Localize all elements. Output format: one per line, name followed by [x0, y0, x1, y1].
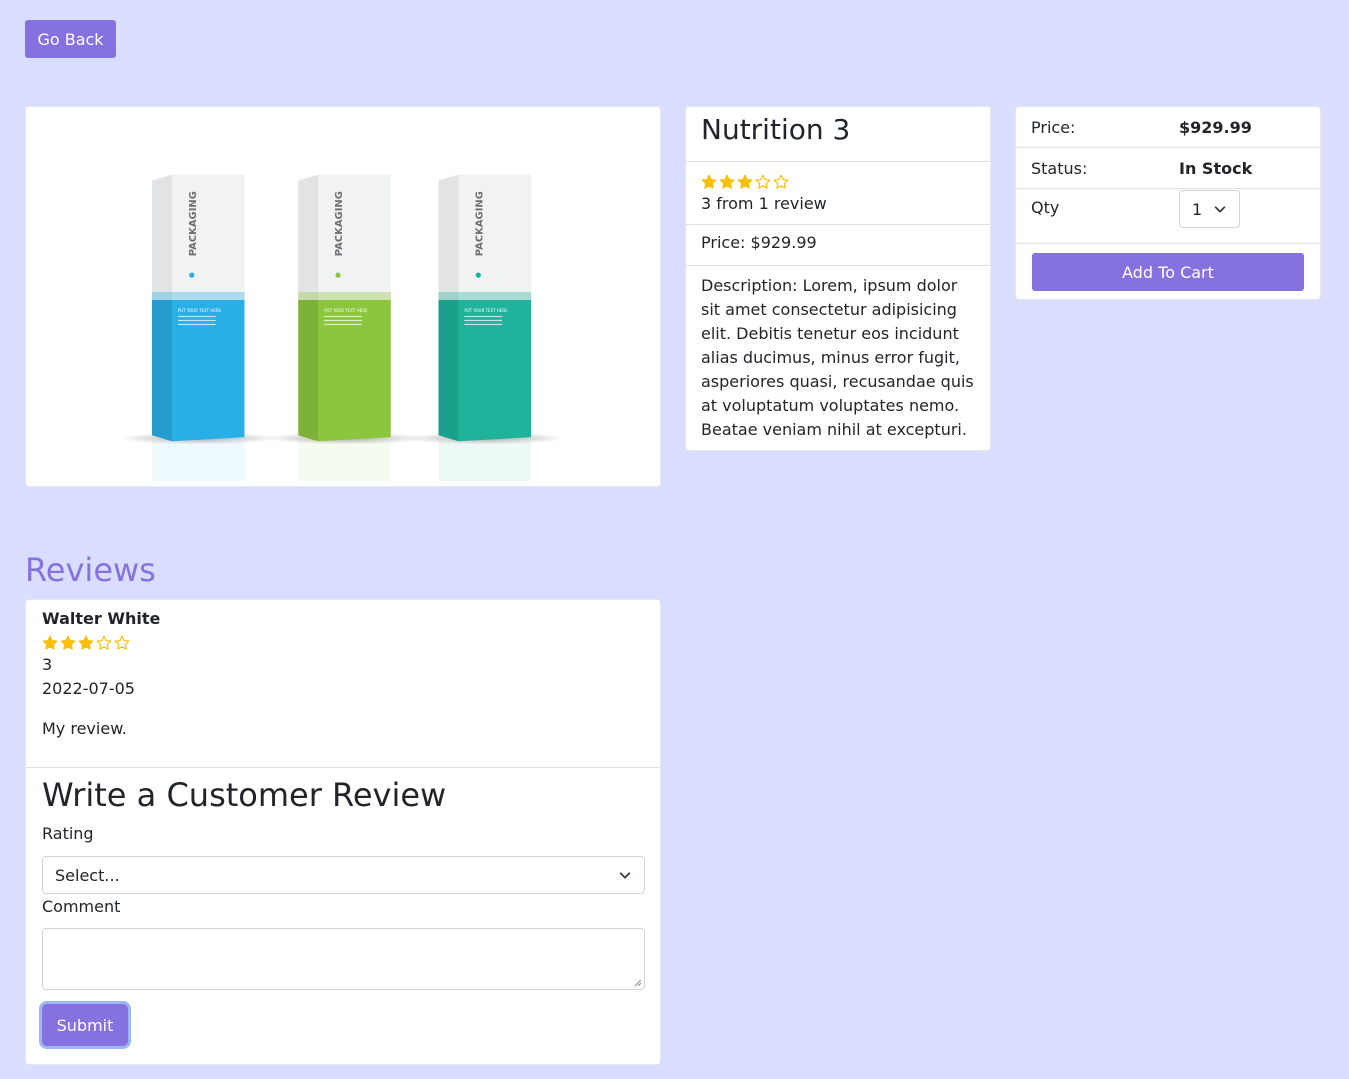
resize-grip-icon[interactable]: [634, 979, 642, 987]
star-icon: [719, 174, 735, 189]
package-label: PACKAGING: [334, 191, 345, 256]
review-comment: My review.: [42, 719, 127, 738]
review-form-title: Write a Customer Review: [42, 776, 447, 814]
star-icon: [60, 635, 76, 650]
star-outline-icon: [773, 174, 789, 189]
package-dot: [475, 272, 481, 278]
package-label: PACKAGING: [188, 191, 199, 256]
package-caption: PUT YOUR TEXT HERE: [324, 308, 368, 313]
package-box: PACKAGING PUT YOUR TEXT HERE: [119, 174, 279, 482]
product-name: Nutrition 3: [701, 113, 851, 146]
review-rating-value: 3: [42, 655, 53, 674]
add-to-cart-button[interactable]: Add To Cart: [1032, 253, 1304, 291]
package-label: PACKAGING: [474, 191, 485, 256]
rating-select-value: Select...: [55, 865, 120, 885]
star-icon: [78, 635, 94, 650]
review-form: Write a Customer Review Rating Select...…: [26, 768, 660, 1052]
submit-button[interactable]: Submit: [42, 1004, 128, 1046]
package-caption: PUT YOUR TEXT HERE: [178, 308, 222, 313]
qty-value: 1: [1192, 199, 1203, 219]
star-icon: [701, 174, 717, 189]
star-icon: [42, 635, 58, 650]
package-box: PACKAGING PUT YOUR TEXT HERE: [265, 174, 425, 482]
rating-label: Rating: [42, 824, 94, 843]
chevron-down-icon: [619, 872, 631, 879]
review-item: Walter White 3 2022-07-05 My review.: [26, 600, 660, 768]
product-image: PACKAGING PUT YOUR TEXT HERE PACKAGING PUT …: [25, 106, 661, 487]
product-info-card: Nutrition 3 3 from 1 review Price: $929.…: [685, 106, 991, 451]
cart-card: Price: $929.99 Status: In Stock Qty 1 Ad…: [1015, 106, 1321, 300]
reviews-heading: Reviews: [25, 551, 156, 589]
comment-label: Comment: [42, 897, 121, 916]
comment-textarea[interactable]: [42, 928, 645, 990]
star-icon: [737, 174, 753, 189]
status-value: In Stock: [1179, 158, 1253, 178]
product-rating-text: 3 from 1 review: [701, 194, 827, 213]
star-outline-icon: [755, 174, 771, 189]
product-packaging-illustration: PACKAGING PUT YOUR TEXT HERE PACKAGING PUT …: [119, 174, 565, 482]
reviews-card: Walter White 3 2022-07-05 My review. Wri…: [25, 599, 661, 1065]
product-rating-stars: [701, 172, 975, 192]
review-rating-stars: [42, 633, 644, 653]
qty-select[interactable]: 1: [1179, 190, 1240, 228]
star-outline-icon: [114, 635, 130, 650]
status-label: Status:: [1031, 158, 1088, 178]
price-label: Price:: [1031, 117, 1076, 137]
product-price: Price: $929.99: [686, 225, 990, 266]
review-author: Walter White: [42, 609, 161, 628]
package-dot: [189, 272, 195, 278]
price-value: $929.99: [1179, 117, 1252, 137]
rating-select[interactable]: Select...: [42, 856, 645, 894]
package-box: PACKAGING PUT YOUR TEXT HERE: [405, 174, 565, 482]
qty-label: Qty: [1031, 198, 1060, 217]
go-back-button[interactable]: Go Back: [25, 20, 116, 58]
review-date: 2022-07-05: [42, 679, 135, 698]
package-caption: PUT YOUR TEXT HERE: [464, 308, 508, 313]
star-outline-icon: [96, 635, 112, 650]
package-dot: [335, 272, 341, 278]
chevron-down-icon: [1214, 206, 1226, 213]
product-description: Description: Lorem, ipsum dolor sit amet…: [701, 276, 974, 439]
